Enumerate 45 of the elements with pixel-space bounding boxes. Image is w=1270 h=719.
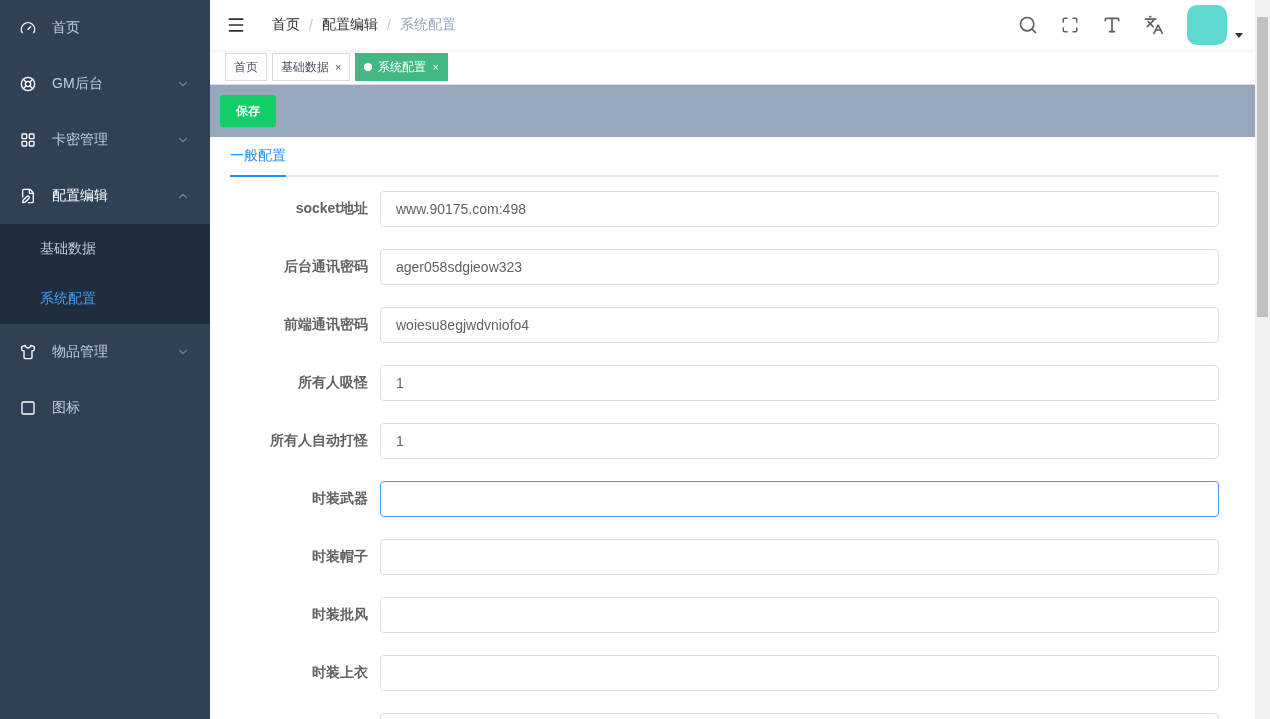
field-label: 时装帽子: [311, 548, 369, 566]
sidebar-item[interactable]: 配置编辑: [0, 168, 210, 224]
sidebar-item[interactable]: 首页: [0, 0, 210, 56]
submenu-item[interactable]: 基础数据: [0, 224, 210, 274]
sidebar-item[interactable]: 图标: [0, 380, 210, 436]
input-field[interactable]: woiesu8egjwdvniofo4: [380, 307, 1219, 343]
field-label: socket地址: [294, 200, 369, 218]
input-field[interactable]: 1: [380, 423, 1219, 459]
shirt-icon: [20, 344, 36, 360]
tag[interactable]: 基础数据 ×: [272, 53, 351, 81]
field-label: 前端通讯密码: [283, 316, 369, 334]
field-label: 时装批风: [311, 606, 369, 624]
tag-label: 系统配置: [378, 58, 427, 76]
breadcrumb-item: 系统配置: [399, 16, 456, 34]
input-field[interactable]: www.90175.com:498: [380, 191, 1219, 227]
active-dot-icon: [364, 63, 373, 71]
field-label: 所有人吸怪: [297, 374, 369, 392]
input-field[interactable]: ager058sdgieow323: [380, 249, 1219, 285]
breadcrumb-separator: /: [309, 17, 313, 33]
field-label: 所有人自动打怪: [269, 432, 369, 450]
breadcrumb-separator: /: [386, 17, 391, 33]
field-label: 时装武器: [311, 490, 369, 508]
field-label: 后台通讯密码: [283, 258, 369, 276]
menu-icon[interactable]: [226, 15, 246, 35]
grid-icon: [20, 132, 36, 148]
tag-label: 首页: [234, 58, 258, 76]
field-label: 时装上衣: [311, 664, 369, 682]
caret-down-icon[interactable]: [1235, 32, 1243, 38]
lifebuoy-icon: [20, 76, 36, 92]
submenu-item[interactable]: 系统配置: [0, 274, 210, 324]
sidebar-item[interactable]: GM后台: [0, 56, 210, 112]
breadcrumb-item[interactable]: 首页: [272, 16, 300, 34]
input-field[interactable]: [380, 481, 1219, 517]
tag[interactable]: 首页: [225, 53, 267, 81]
tag-label: 基础数据: [281, 58, 329, 76]
close-icon[interactable]: ×: [335, 61, 342, 73]
gauge-icon: [20, 20, 36, 36]
input-field[interactable]: 1: [380, 365, 1219, 401]
breadcrumb-item[interactable]: 配置编辑: [321, 16, 378, 34]
tab[interactable]: 一般配置: [230, 137, 286, 177]
square-icon: [20, 400, 36, 416]
document-edit-icon: [20, 188, 36, 204]
sidebar-item[interactable]: 卡密管理: [0, 112, 210, 168]
scrollbar[interactable]: [1255, 0, 1270, 719]
sidebar-item[interactable]: 物品管理: [0, 324, 210, 380]
